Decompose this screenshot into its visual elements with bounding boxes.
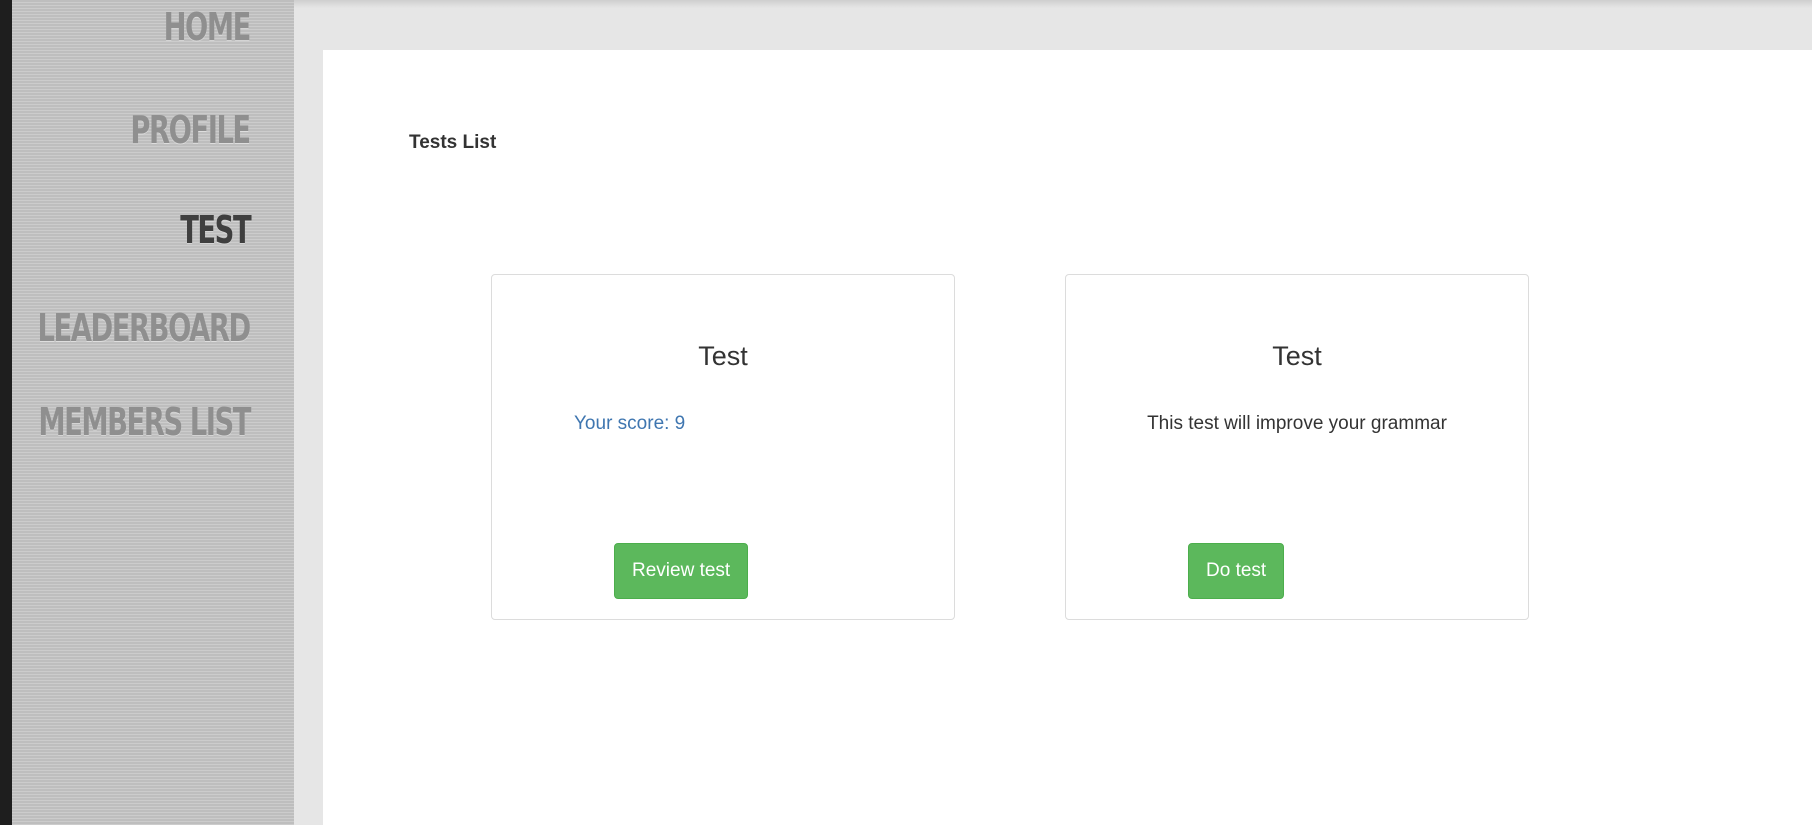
nav-item-test[interactable]: TEST	[180, 211, 251, 249]
main-panel: Tests List Test Your score: 9 Review tes…	[323, 50, 1812, 825]
nav-item-profile[interactable]: PROFILE	[131, 111, 252, 149]
review-test-button[interactable]: Review test	[614, 543, 749, 599]
nav-item-members-list[interactable]: MEMBERS LIST	[38, 403, 251, 441]
nav-item-home[interactable]: HOME	[164, 8, 252, 46]
test-description: This test will improve your grammar	[1147, 413, 1447, 434]
top-strip	[294, 0, 1812, 8]
sidebar: HOME PROFILE TEST LEADERBOARD MEMBERS LI…	[0, 0, 294, 825]
test-card-new: Test This test will improve your grammar…	[1065, 274, 1529, 620]
page-title: Tests List	[409, 132, 497, 153]
nav-item-leaderboard[interactable]: LEADERBOARD	[38, 309, 252, 347]
test-card-title: Test	[698, 341, 748, 371]
do-test-button[interactable]: Do test	[1188, 543, 1285, 599]
sidebar-edge	[0, 0, 12, 825]
test-card-reviewed: Test Your score: 9 Review test	[491, 274, 955, 620]
test-score: Your score: 9	[574, 413, 686, 434]
test-card-title: Test	[1272, 341, 1322, 371]
app-window: HOME PROFILE TEST LEADERBOARD MEMBERS LI…	[0, 0, 1812, 825]
